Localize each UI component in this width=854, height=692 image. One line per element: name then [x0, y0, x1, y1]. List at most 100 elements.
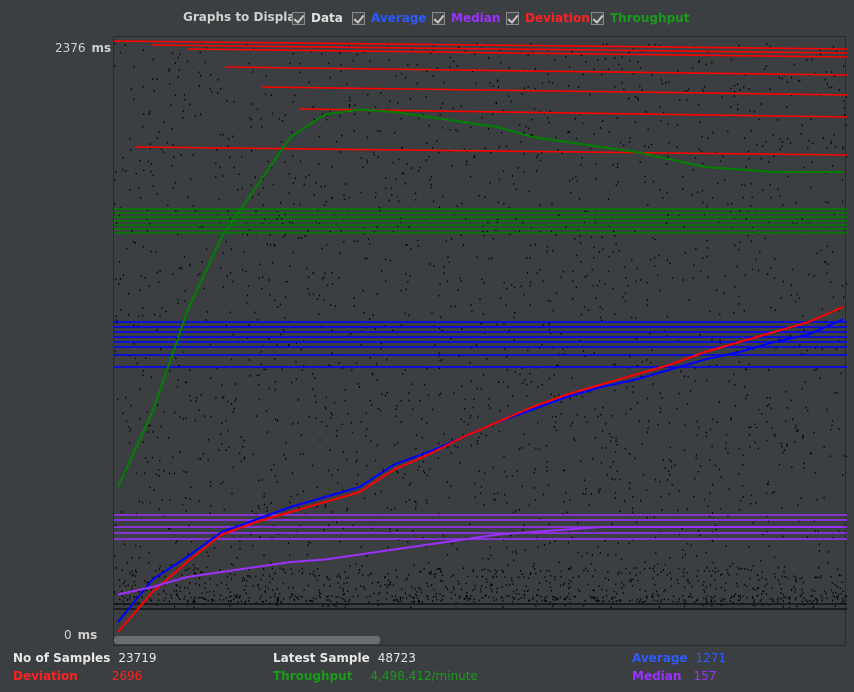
data-sample-point [503, 381, 505, 383]
data-sample-point [260, 118, 262, 120]
data-sample-point [363, 497, 366, 499]
data-sample-point [750, 569, 752, 571]
data-sample-point [229, 156, 231, 159]
data-sample-point [711, 605, 713, 607]
median-checkbox-icon[interactable] [432, 11, 445, 25]
data-sample-point [491, 584, 493, 586]
data-sample-point [563, 598, 565, 601]
average-checkbox-icon[interactable] [352, 11, 365, 25]
data-sample-point [826, 408, 828, 411]
data-sample-point [376, 293, 378, 296]
data-sample-point [220, 433, 222, 436]
data-sample-point [743, 310, 745, 312]
data-sample-point [482, 374, 485, 376]
data-sample-point [296, 597, 298, 599]
data-sample-point [654, 238, 657, 241]
data-sample-point [285, 442, 287, 444]
data-sample-point [718, 401, 720, 403]
data-sample-point [762, 145, 764, 148]
data-sample-point [839, 587, 841, 590]
data-sample-point [786, 81, 788, 84]
throughput-checkbox-icon[interactable] [591, 11, 604, 25]
data-sample-point [362, 574, 364, 576]
legend-throughput-toggle[interactable]: Throughput [591, 9, 689, 27]
data-sample-point [416, 434, 418, 436]
data-sample-point [396, 404, 398, 407]
legend-average-toggle[interactable]: Average [352, 9, 427, 27]
data-sample-point [470, 414, 472, 417]
legend-median-toggle[interactable]: Median [432, 9, 500, 27]
data-sample-point [133, 581, 135, 583]
data-sample-point [590, 563, 592, 565]
data-sample-point [426, 142, 428, 144]
data-checkbox-icon[interactable] [292, 11, 305, 25]
data-sample-point [554, 599, 556, 601]
data-sample-point [386, 391, 388, 394]
data-sample-point [259, 536, 261, 538]
data-sample-point [410, 248, 412, 250]
data-sample-point [190, 399, 192, 402]
data-sample-point [815, 576, 817, 579]
data-sample-point [115, 278, 117, 281]
data-sample-point [511, 600, 513, 603]
data-sample-point [752, 587, 754, 590]
legend-deviation-toggle[interactable]: Deviation [506, 9, 590, 27]
data-sample-point [541, 343, 543, 346]
data-sample-point [142, 125, 144, 128]
data-sample-point [835, 591, 837, 594]
data-sample-point [219, 569, 221, 571]
data-sample-point [474, 584, 476, 587]
data-sample-point [472, 569, 474, 571]
data-sample-point [274, 474, 276, 477]
data-sample-point [831, 420, 833, 422]
data-sample-point [640, 499, 642, 502]
horizontal-scrollbar-thumb[interactable] [114, 636, 380, 644]
data-sample-point [215, 162, 217, 165]
data-sample-point [413, 597, 415, 599]
legend-data-toggle[interactable]: Data [292, 9, 343, 27]
data-sample-point [616, 592, 618, 595]
data-sample-point [231, 403, 233, 405]
data-sample-point [465, 595, 467, 597]
data-sample-point [318, 589, 320, 592]
data-sample-point [193, 569, 195, 571]
data-sample-point [189, 103, 191, 106]
data-sample-point [503, 170, 505, 173]
data-sample-point [816, 368, 818, 371]
data-sample-point [342, 588, 344, 590]
data-sample-point [416, 63, 418, 66]
data-sample-point [318, 574, 320, 577]
data-sample-point [801, 600, 803, 603]
data-sample-point [409, 98, 411, 100]
data-sample-point [750, 503, 752, 505]
data-sample-point [249, 117, 251, 119]
data-sample-point [751, 268, 753, 271]
data-sample-point [129, 138, 131, 140]
data-sample-point [132, 241, 135, 243]
data-sample-point [770, 196, 772, 199]
data-sample-point [284, 233, 286, 236]
data-sample-point [799, 577, 801, 580]
data-sample-point [345, 577, 347, 579]
data-sample-point [243, 456, 246, 459]
data-sample-point [216, 148, 218, 151]
data-sample-point [653, 570, 655, 573]
data-sample-point [438, 206, 440, 208]
data-sample-point [612, 363, 614, 366]
deviation-checkbox-icon[interactable] [506, 11, 519, 25]
data-sample-point [465, 582, 467, 585]
data-sample-point [612, 287, 614, 290]
data-sample-point [150, 376, 152, 379]
y-axis-min-label: 0 ms [64, 628, 97, 642]
data-sample-point [342, 590, 344, 592]
data-sample-point [656, 590, 658, 593]
data-sample-point [698, 530, 700, 532]
data-sample-point [301, 567, 303, 570]
data-sample-point [171, 128, 173, 130]
data-sample-point [620, 600, 622, 602]
data-sample-point [288, 192, 290, 194]
data-sample-point [233, 166, 235, 169]
data-sample-point [784, 566, 786, 568]
data-sample-point [568, 579, 570, 582]
data-sample-point [232, 135, 234, 138]
